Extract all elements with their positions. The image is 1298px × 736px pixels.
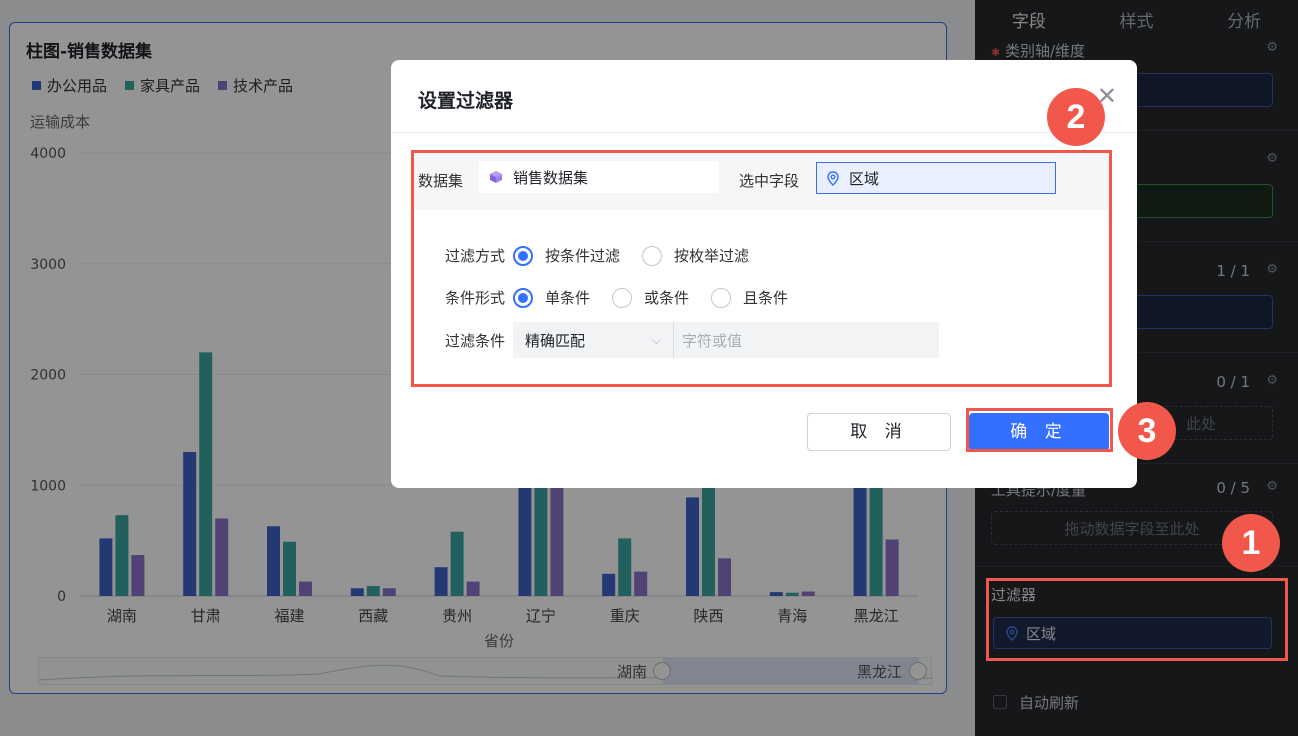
callout-badge-3: 3: [1118, 402, 1176, 460]
callout-badge-2: 2: [1047, 88, 1105, 146]
dialog-title: 设置过滤器: [418, 90, 514, 112]
callout-badge-1: 1: [1222, 514, 1280, 572]
divider: [391, 132, 1137, 133]
highlight-box-confirm: [966, 408, 1113, 452]
highlight-box-filter-settings: [411, 150, 1112, 387]
highlight-box-filter: [986, 578, 1288, 661]
cancel-button[interactable]: 取 消: [807, 413, 951, 451]
